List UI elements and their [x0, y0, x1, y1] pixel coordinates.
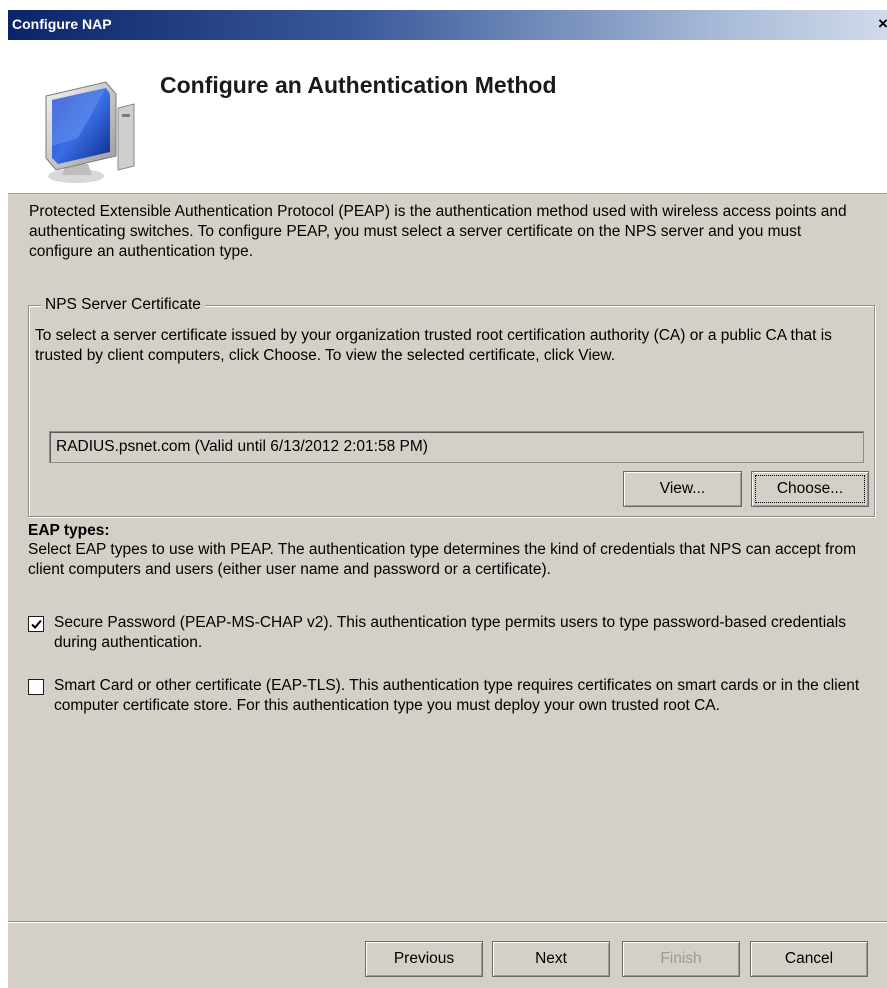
cancel-button-label: Cancel	[784, 950, 834, 967]
next-button-label: Next	[535, 950, 567, 967]
selected-certificate-field[interactable]: RADIUS.psnet.com (Valid until 6/13/2012 …	[49, 431, 864, 463]
wizard-header: Configure an Authentication Method	[8, 40, 887, 194]
choose-button[interactable]: Choose...	[751, 471, 869, 507]
eap-types-heading: EAP types:	[28, 522, 110, 539]
cancel-button[interactable]: Cancel	[750, 941, 868, 977]
intro-text: Protected Extensible Authentication Prot…	[29, 203, 847, 260]
certificate-description: To select a server certificate issued by…	[35, 327, 832, 364]
title-bar[interactable]: Configure NAP ×	[8, 10, 887, 40]
previous-button[interactable]: Previous	[365, 941, 483, 977]
next-button[interactable]: Next	[492, 941, 610, 977]
previous-button-label: Previous	[393, 950, 455, 967]
secure-password-option-label[interactable]: Secure Password (PEAP-MS-CHAP v2). This …	[54, 613, 879, 653]
configure-nap-dialog: Configure NAP × Configure an Authenticat…	[8, 10, 887, 988]
close-icon[interactable]: ×	[875, 15, 887, 33]
footer-separator	[8, 921, 887, 923]
eap-types-description: Select EAP types to use with PEAP. The a…	[28, 541, 856, 578]
focus-rectangle	[755, 475, 865, 503]
checkmark-icon	[31, 619, 42, 629]
finish-button-label: Finish	[660, 950, 702, 967]
computer-monitor-icon	[45, 81, 135, 183]
view-button-label: View...	[659, 480, 706, 497]
page-title: Configure an Authentication Method	[160, 72, 557, 98]
window-title: Configure NAP	[12, 16, 112, 32]
nps-server-certificate-group: NPS Server Certificate To select a serve…	[28, 295, 875, 517]
view-button[interactable]: View...	[623, 471, 742, 507]
smart-card-option-label[interactable]: Smart Card or other certificate (EAP-TLS…	[54, 676, 879, 716]
smart-card-checkbox[interactable]	[28, 679, 44, 695]
secure-password-checkbox[interactable]	[28, 616, 44, 632]
finish-button[interactable]: Finish	[622, 941, 740, 977]
group-legend: NPS Server Certificate	[41, 295, 205, 315]
